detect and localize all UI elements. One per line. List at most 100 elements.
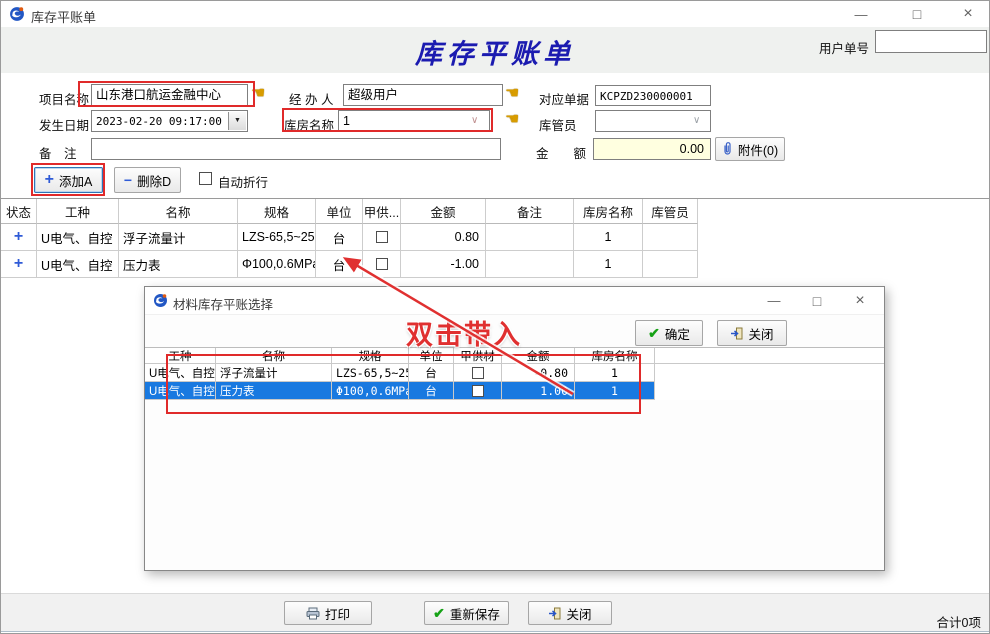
dialog-table: 工种 名称 规格 单位 甲供材 金额 库房名称 U电气、自控及 浮子流量计 LZ… bbox=[145, 347, 884, 400]
owner-supplied-checkbox[interactable] bbox=[454, 364, 502, 382]
warehouse-chevron-icon[interactable]: ∨ bbox=[471, 115, 478, 126]
table-cell-filler bbox=[655, 382, 884, 400]
col-header[interactable]: 规格 bbox=[238, 199, 316, 224]
table-cell[interactable]: 1.00 bbox=[502, 382, 575, 400]
owner-supplied-checkbox[interactable] bbox=[363, 224, 401, 251]
project-input[interactable]: 山东港口航运金融中心 bbox=[91, 84, 248, 106]
warehouse-picker-hand-icon[interactable]: ☚ bbox=[505, 112, 519, 128]
table-cell[interactable]: U电气、自控及 bbox=[145, 382, 216, 400]
col-header-filler bbox=[655, 348, 884, 364]
amount-input[interactable]: 0.00 bbox=[593, 138, 711, 160]
col-header[interactable]: 金额 bbox=[502, 348, 575, 364]
table-cell[interactable]: U电气、自控及 bbox=[145, 364, 216, 382]
owner-supplied-checkbox[interactable] bbox=[363, 251, 401, 278]
table-cell[interactable]: 1 bbox=[574, 251, 643, 278]
close-icon[interactable]: × bbox=[946, 1, 990, 27]
table-cell[interactable]: U电气、自控 bbox=[37, 224, 119, 251]
table-cell[interactable]: Φ100,0.6MPa bbox=[332, 382, 409, 400]
col-header[interactable]: 金额 bbox=[401, 199, 486, 224]
col-header[interactable]: 状态 bbox=[1, 199, 37, 224]
print-label: 打印 bbox=[325, 604, 350, 623]
warehouse-label: 库房名称 bbox=[284, 115, 334, 134]
project-picker-hand-icon[interactable]: ☚ bbox=[251, 86, 265, 102]
resave-button[interactable]: ✔ 重新保存 bbox=[424, 601, 509, 625]
table-cell[interactable]: 0.80 bbox=[401, 224, 486, 251]
col-header[interactable]: 甲供... bbox=[363, 199, 401, 224]
table-cell[interactable]: U电气、自控 bbox=[37, 251, 119, 278]
table-cell[interactable]: 台 bbox=[409, 364, 454, 382]
autowrap-checkbox[interactable] bbox=[199, 172, 212, 185]
col-header[interactable]: 名称 bbox=[119, 199, 238, 224]
col-header[interactable]: 库管员 bbox=[643, 199, 698, 224]
table-cell[interactable]: LZS-65,5~25m: bbox=[332, 364, 409, 382]
table-cell[interactable]: 1 bbox=[575, 382, 655, 400]
minimize-icon[interactable]: — bbox=[839, 1, 883, 27]
window-titlebar: 库存平账单 — □ × bbox=[1, 1, 989, 28]
table-cell[interactable]: -0.80 bbox=[502, 364, 575, 382]
autowrap-label: 自动折行 bbox=[218, 172, 268, 191]
total-count: 合计0项 bbox=[861, 612, 981, 631]
table-cell[interactable]: -1.00 bbox=[401, 251, 486, 278]
dialog-close-label: 关闭 bbox=[748, 324, 773, 343]
attachment-button[interactable]: 附件(0) bbox=[715, 137, 785, 161]
col-header[interactable]: 单位 bbox=[409, 348, 454, 364]
table-cell[interactable] bbox=[643, 251, 698, 278]
delete-button[interactable]: − 删除D bbox=[114, 167, 181, 193]
remark-input[interactable] bbox=[91, 138, 501, 160]
table-cell[interactable]: 压力表 bbox=[119, 251, 238, 278]
keeper-chevron-icon[interactable]: ∨ bbox=[693, 115, 700, 126]
footer-divider bbox=[1, 631, 990, 632]
dialog-title: 材料库存平账选择 bbox=[173, 294, 273, 313]
print-button[interactable]: 打印 bbox=[284, 601, 372, 625]
window-title: 库存平账单 bbox=[31, 7, 96, 26]
attachment-label: 附件(0) bbox=[738, 140, 778, 159]
table-cell[interactable]: 台 bbox=[409, 382, 454, 400]
doc-no-label: 对应单据 bbox=[539, 89, 589, 108]
col-header[interactable]: 工种 bbox=[145, 348, 216, 364]
dialog-ok-button[interactable]: ✔ 确定 bbox=[635, 320, 703, 346]
add-button[interactable]: + 添加A bbox=[34, 167, 103, 193]
dialog-minimize-icon[interactable]: — bbox=[752, 287, 796, 314]
col-header[interactable]: 库房名称 bbox=[575, 348, 655, 364]
dialog-close-icon[interactable]: × bbox=[838, 287, 882, 314]
maximize-icon[interactable]: □ bbox=[895, 1, 939, 27]
table-cell[interactable]: 浮子流量计 bbox=[119, 224, 238, 251]
warehouse-input[interactable]: 1 bbox=[338, 110, 490, 132]
doc-no-input[interactable]: KCPZD230000001 bbox=[595, 85, 711, 106]
handler-input[interactable]: 超级用户 bbox=[343, 84, 503, 106]
amount-label: 金 额 bbox=[536, 143, 586, 162]
dialog-maximize-icon[interactable]: □ bbox=[795, 287, 839, 314]
col-header[interactable]: 备注 bbox=[486, 199, 574, 224]
col-header[interactable]: 工种 bbox=[37, 199, 119, 224]
col-header[interactable]: 甲供材 bbox=[454, 348, 502, 364]
col-header[interactable]: 库房名称 bbox=[574, 199, 643, 224]
close-button[interactable]: 关闭 bbox=[528, 601, 612, 625]
inventory-balance-window: 库存平账单 — □ × 库存平账单 用户单号 项目名称 山东港口航运金融中心 ☚… bbox=[0, 0, 990, 634]
app-logo-icon bbox=[153, 293, 168, 308]
table-cell[interactable] bbox=[643, 224, 698, 251]
handler-label: 经 办 人 bbox=[289, 89, 333, 108]
table-cell[interactable]: 台 bbox=[316, 251, 363, 278]
table-cell[interactable]: 1 bbox=[575, 364, 655, 382]
col-header[interactable]: 单位 bbox=[316, 199, 363, 224]
table-cell[interactable]: 1 bbox=[574, 224, 643, 251]
minus-icon: − bbox=[124, 174, 132, 186]
owner-supplied-checkbox[interactable] bbox=[454, 382, 502, 400]
check-icon: ✔ bbox=[648, 327, 660, 339]
table-cell[interactable]: 压力表 bbox=[216, 382, 332, 400]
col-header[interactable]: 名称 bbox=[216, 348, 332, 364]
table-cell[interactable] bbox=[486, 251, 574, 278]
table-cell[interactable]: LZS-65,5~25m bbox=[238, 224, 316, 251]
page-title: 库存平账单 bbox=[1, 32, 989, 71]
col-header[interactable]: 规格 bbox=[332, 348, 409, 364]
date-combo[interactable]: 2023-02-20 09:17:00 ▼ bbox=[91, 110, 248, 132]
table-cell[interactable] bbox=[486, 224, 574, 251]
paperclip-icon bbox=[722, 142, 733, 156]
dialog-close-button[interactable]: 关闭 bbox=[717, 320, 787, 346]
table-cell[interactable]: 台 bbox=[316, 224, 363, 251]
keeper-label: 库管员 bbox=[539, 115, 577, 134]
table-cell[interactable]: Φ100,0.6MPa, bbox=[238, 251, 316, 278]
table-cell[interactable]: 浮子流量计 bbox=[216, 364, 332, 382]
handler-picker-hand-icon[interactable]: ☚ bbox=[505, 86, 519, 102]
date-dropdown-icon[interactable]: ▼ bbox=[228, 112, 246, 130]
